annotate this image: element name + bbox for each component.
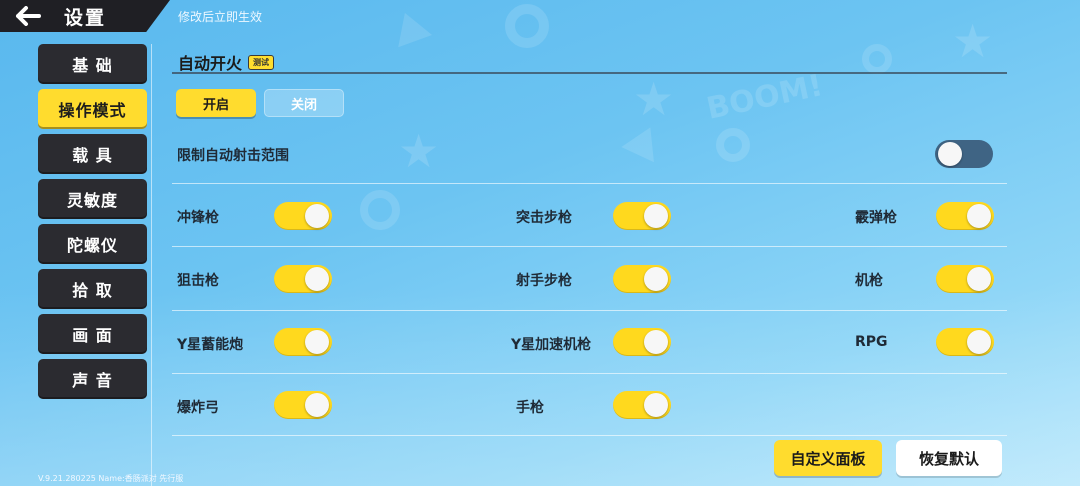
sidebar-item-sensitivity[interactable]: 灵敏度 xyxy=(38,179,147,219)
weapon-label-smg: 冲锋枪 xyxy=(177,210,219,226)
section-divider xyxy=(172,72,1007,74)
sidebar-item-pickup[interactable]: 拾 取 xyxy=(38,269,147,309)
weapon-label-pistol: 手枪 xyxy=(516,400,544,416)
toggle-knob xyxy=(644,393,668,417)
toggle-knob xyxy=(644,330,668,354)
version-info: V.9.21.280225 Name:香肠派对 先行服 xyxy=(38,474,184,483)
toggle-knob xyxy=(305,267,329,291)
weapon-label-y-star-charge-cannon: Y星蓄能炮 xyxy=(177,337,244,353)
apply-hint: 修改后立即生效 xyxy=(178,10,263,24)
sidebar-item-sound[interactable]: 声 音 xyxy=(38,359,147,399)
weapon-label-machine-gun: 机枪 xyxy=(855,273,883,289)
auto-fire-on-button[interactable]: 开启 xyxy=(176,89,256,117)
sidebar-item-control-mode[interactable]: 操作模式 xyxy=(38,89,147,129)
weapon-toggle-rpg[interactable] xyxy=(936,328,994,356)
sidebar-item-vehicle[interactable]: 载 具 xyxy=(38,134,147,174)
weapon-label-assault-rifle: 突击步枪 xyxy=(516,210,572,226)
sidebar-item-basic[interactable]: 基 础 xyxy=(38,44,147,84)
row-divider xyxy=(172,310,1007,311)
toggle-knob xyxy=(644,267,668,291)
weapon-toggle-y-star-charge-cannon[interactable] xyxy=(274,328,332,356)
weapon-toggle-sniper[interactable] xyxy=(274,265,332,293)
weapon-label-sniper: 狙击枪 xyxy=(177,273,219,289)
toggle-knob xyxy=(967,267,991,291)
weapon-toggle-shotgun[interactable] xyxy=(936,202,994,230)
toggle-knob xyxy=(305,393,329,417)
back-arrow-icon xyxy=(16,6,41,26)
limit-range-toggle[interactable] xyxy=(935,140,993,168)
row-divider xyxy=(172,183,1007,184)
weapon-label-y-star-accel-mg: Y星加速机枪 xyxy=(511,337,592,353)
toggle-knob xyxy=(938,142,962,166)
toggle-knob xyxy=(967,204,991,228)
back-button[interactable] xyxy=(0,0,56,32)
settings-sidebar: 基 础 操作模式 载 具 灵敏度 陀螺仪 拾 取 画 面 声 音 xyxy=(38,44,147,404)
weapon-toggle-y-star-accel-mg[interactable] xyxy=(613,328,671,356)
custom-panel-button[interactable]: 自定义面板 xyxy=(774,440,882,476)
sidebar-item-gyroscope[interactable]: 陀螺仪 xyxy=(38,224,147,264)
sidebar-item-graphics[interactable]: 画 面 xyxy=(38,314,147,354)
weapon-toggle-explosive-bow[interactable] xyxy=(274,391,332,419)
weapon-toggle-pistol[interactable] xyxy=(613,391,671,419)
sidebar-divider xyxy=(151,44,152,486)
section-title-text: 自动开火 xyxy=(178,54,243,73)
toggle-knob xyxy=(305,204,329,228)
weapon-label-marksman-rifle: 射手步枪 xyxy=(516,273,572,289)
restore-default-button[interactable]: 恢复默认 xyxy=(896,440,1002,476)
weapon-toggle-machine-gun[interactable] xyxy=(936,265,994,293)
row-divider xyxy=(172,435,1007,436)
limit-range-label: 限制自动射击范围 xyxy=(177,148,289,164)
weapon-label-shotgun: 霰弹枪 xyxy=(855,210,897,226)
toggle-knob xyxy=(967,330,991,354)
auto-fire-off-button[interactable]: 关闭 xyxy=(264,89,344,117)
test-badge: 测试 xyxy=(248,54,275,70)
weapon-label-rpg: RPG xyxy=(855,334,888,350)
toggle-knob xyxy=(644,204,668,228)
top-header: 设置 xyxy=(0,0,170,32)
weapon-toggle-assault-rifle[interactable] xyxy=(613,202,671,230)
row-divider xyxy=(172,373,1007,374)
page-title: 设置 xyxy=(64,6,107,29)
toggle-knob xyxy=(305,330,329,354)
weapon-toggle-smg[interactable] xyxy=(274,202,332,230)
weapon-label-explosive-bow: 爆炸弓 xyxy=(177,400,219,416)
section-title: 自动开火 测试 xyxy=(178,50,275,74)
weapon-toggle-marksman-rifle[interactable] xyxy=(613,265,671,293)
row-divider xyxy=(172,246,1007,247)
